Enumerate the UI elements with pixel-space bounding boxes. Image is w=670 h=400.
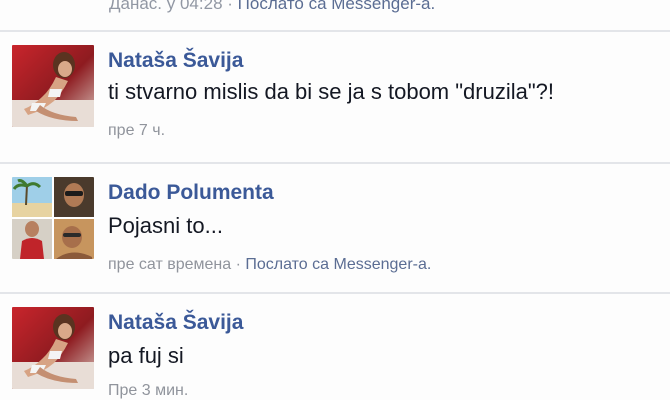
previous-message-time: Данас. у 04:28 [109,0,223,13]
sender-name[interactable]: Nataša Šavija [108,48,243,74]
avatar-natasa-savija[interactable] [12,45,94,127]
previous-message-meta: Данас. у 04:28 · Послато са Messenger-а. [0,0,670,22]
message-meta: пре 7 ч. [108,120,165,142]
profile-photo-icon [12,307,94,389]
profile-photo-icon [12,45,94,127]
message-time: пре 7 ч. [108,122,166,139]
message-text: ti stvarno mislis da bi se ja s tobom "d… [108,79,555,104]
sent-via-messenger-link[interactable]: Послато са Messenger-а. [238,0,436,13]
meta-separator: · [231,256,246,273]
message-item: Nataša Šavija pa fuj si Пре 3 мин. [0,294,670,400]
sender-name[interactable]: Nataša Šavija [108,310,243,336]
message-text: pa fuj si [108,343,184,368]
message-meta: пре сат времена · Послато са Messenger-а… [108,254,431,276]
message-thread: Данас. у 04:28 · Послато са Messenger-а. [0,0,670,400]
avatar-natasa-savija[interactable] [12,307,94,389]
message-item: Nataša Šavija ti stvarno mislis da bi se… [0,32,670,162]
message-item: Dado Polumenta Pojasni to... пре сат вре… [0,164,670,292]
message-time: пре сат времена [108,256,232,273]
sender-name[interactable]: Dado Polumenta [108,180,274,206]
meta-separator: · [222,0,238,13]
sent-via-messenger-link[interactable]: Послато са Messenger-а. [245,256,431,273]
message-text: Pojasni to... [108,213,223,238]
message-meta: Пре 3 мин. [108,380,188,400]
avatar-dado-polumenta[interactable] [12,177,94,259]
message-time: Пре 3 мин. [108,382,189,399]
profile-photo-collage-icon [12,177,94,259]
